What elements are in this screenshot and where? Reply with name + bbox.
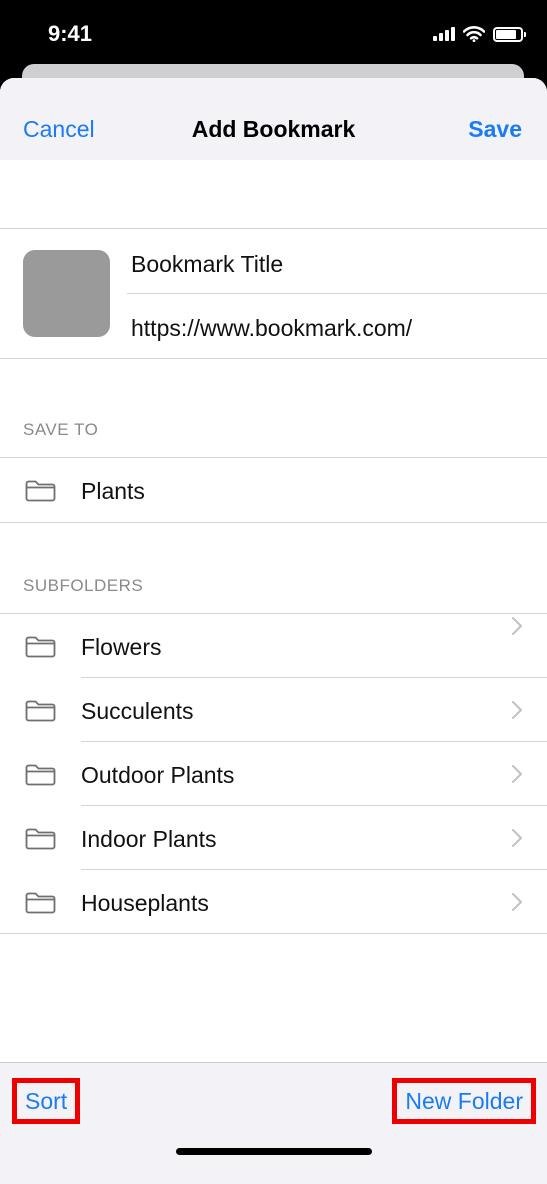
- folder-icon: [25, 764, 56, 786]
- bottom-toolbar: Sort New Folder: [0, 1062, 547, 1184]
- subfolders-header: SUBFOLDERS: [23, 576, 144, 595]
- new-folder-button[interactable]: New Folder: [392, 1078, 536, 1124]
- folder-icon: [25, 828, 56, 850]
- subfolder-row-indoor-plants[interactable]: Indoor Plants: [0, 806, 547, 870]
- folder-icon: [25, 480, 56, 502]
- bookmark-details: Bookmark Title https://www.bookmark.com/: [0, 228, 547, 359]
- chevron-right-icon: [511, 828, 523, 848]
- folder-icon: [25, 700, 56, 722]
- cellular-signal-icon: [433, 27, 455, 41]
- chevron-right-icon: [511, 616, 523, 636]
- folder-icon: [25, 892, 56, 914]
- divider: [127, 293, 547, 294]
- subfolder-row-succulents[interactable]: Succulents: [0, 678, 547, 742]
- chevron-right-icon: [511, 764, 523, 784]
- bookmark-title-field[interactable]: Bookmark Title: [131, 251, 283, 278]
- bookmark-thumbnail: [23, 250, 110, 337]
- wifi-icon: [463, 26, 485, 42]
- battery-level: [496, 29, 516, 39]
- save-to-folder-row[interactable]: Plants: [0, 458, 547, 522]
- chevron-right-icon: [511, 892, 523, 912]
- navigation-bar: Cancel Add Bookmark Save: [0, 78, 547, 160]
- bookmark-url-field[interactable]: https://www.bookmark.com/: [131, 315, 412, 342]
- home-indicator[interactable]: [176, 1148, 372, 1155]
- page-title: Add Bookmark: [191, 116, 356, 142]
- subfolder-label: Indoor Plants: [81, 826, 217, 852]
- save-to-group: Plants: [0, 457, 547, 523]
- status-icons: [433, 24, 526, 44]
- subfolder-row-outdoor-plants[interactable]: Outdoor Plants: [0, 742, 547, 806]
- subfolder-label: Houseplants: [81, 890, 209, 916]
- save-to-header: SAVE TO: [23, 420, 99, 439]
- subfolder-label: Flowers: [81, 634, 162, 660]
- subfolder-row-flowers[interactable]: Flowers: [0, 614, 547, 678]
- subfolder-row-houseplants[interactable]: Houseplants: [0, 870, 547, 934]
- subfolder-label: Outdoor Plants: [81, 762, 235, 788]
- subfolders-list: Flowers Succulents Outdoor Plants Indoor…: [0, 613, 547, 934]
- sort-button[interactable]: Sort: [12, 1078, 81, 1124]
- phone-screen: 9:41 Cancel Add Bookmark Save Bookmark T…: [0, 0, 547, 1184]
- battery-icon: [493, 26, 526, 42]
- save-to-folder-label: Plants: [81, 478, 145, 504]
- add-bookmark-sheet: Cancel Add Bookmark Save Bookmark Title …: [0, 78, 547, 1184]
- bookmark-form: Bookmark Title https://www.bookmark.com/…: [0, 160, 547, 1062]
- folder-icon: [25, 636, 56, 658]
- status-bar: 9:41: [0, 0, 547, 66]
- save-button[interactable]: Save: [468, 116, 522, 143]
- subfolder-label: Succulents: [81, 698, 194, 724]
- chevron-right-icon: [511, 700, 523, 720]
- status-time: 9:41: [48, 21, 93, 46]
